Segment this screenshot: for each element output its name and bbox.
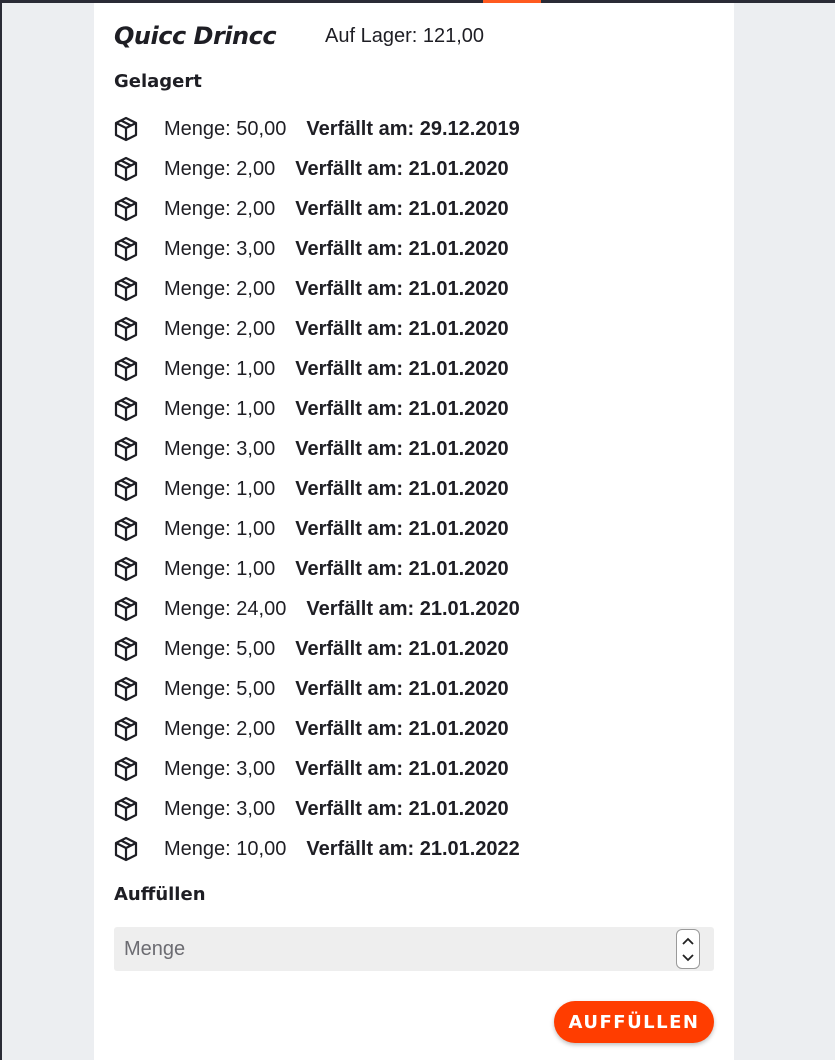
package-box-icon [114, 314, 144, 344]
list-item: Menge: 5,00 Verfällt am: 21.01.2020 [114, 669, 714, 709]
item-expiry: Verfällt am: 21.01.2020 [295, 477, 509, 500]
package-box-icon [114, 514, 144, 544]
list-item: Menge: 1,00 Verfällt am: 21.01.2020 [114, 349, 714, 389]
item-quantity: Menge: 5,00 [164, 677, 276, 700]
item-expiry: Verfällt am: 21.01.2020 [295, 237, 509, 260]
item-expiry: Verfällt am: 21.01.2020 [295, 637, 509, 660]
package-box-icon [114, 554, 144, 584]
item-quantity: Menge: 50,00 [164, 117, 287, 140]
quantity-input[interactable] [114, 926, 676, 972]
package-box-icon [114, 354, 144, 384]
list-item: Menge: 2,00 Verfällt am: 21.01.2020 [114, 189, 714, 229]
item-quantity: Menge: 2,00 [164, 717, 276, 740]
item-quantity: Menge: 24,00 [164, 597, 287, 620]
list-item: Menge: 2,00 Verfällt am: 21.01.2020 [114, 149, 714, 189]
item-expiry: Verfällt am: 21.01.2020 [295, 757, 509, 780]
item-expiry: Verfällt am: 21.01.2020 [295, 677, 509, 700]
item-expiry: Verfällt am: 21.01.2020 [295, 197, 509, 220]
item-expiry: Verfällt am: 21.01.2020 [295, 717, 509, 740]
list-item: Menge: 24,00 Verfällt am: 21.01.2020 [114, 589, 714, 629]
package-box-icon [114, 234, 144, 264]
package-box-icon [114, 474, 144, 504]
stored-heading: Gelagert [114, 71, 202, 92]
package-box-icon [114, 674, 144, 704]
list-item: Menge: 2,00 Verfällt am: 21.01.2020 [114, 309, 714, 349]
stepper-down-icon[interactable] [682, 949, 694, 966]
list-item: Menge: 2,00 Verfällt am: 21.01.2020 [114, 269, 714, 309]
list-item: Menge: 3,00 Verfällt am: 21.01.2020 [114, 789, 714, 829]
package-box-icon [114, 394, 144, 424]
item-quantity: Menge: 3,00 [164, 757, 276, 780]
item-expiry: Verfällt am: 21.01.2020 [295, 557, 509, 580]
list-item: Menge: 2,00 Verfällt am: 21.01.2020 [114, 709, 714, 749]
package-box-icon [114, 754, 144, 784]
list-item: Menge: 1,00 Verfällt am: 21.01.2020 [114, 389, 714, 429]
item-quantity: Menge: 10,00 [164, 837, 287, 860]
item-quantity: Menge: 1,00 [164, 477, 276, 500]
list-item: Menge: 10,00 Verfällt am: 21.01.2022 [114, 829, 714, 869]
package-box-icon [114, 114, 144, 144]
item-quantity: Menge: 1,00 [164, 517, 276, 540]
package-box-icon [114, 594, 144, 624]
package-box-icon [114, 154, 144, 184]
item-quantity: Menge: 1,00 [164, 397, 276, 420]
refill-quantity-field [114, 926, 714, 972]
stepper-up-icon[interactable] [682, 932, 694, 949]
refill-heading: Auffüllen [114, 884, 206, 905]
item-expiry: Verfällt am: 21.01.2020 [295, 357, 509, 380]
package-box-icon [114, 834, 144, 864]
item-quantity: Menge: 1,00 [164, 357, 276, 380]
list-item: Menge: 3,00 Verfällt am: 21.01.2020 [114, 229, 714, 269]
list-item: Menge: 1,00 Verfällt am: 21.01.2020 [114, 549, 714, 589]
package-box-icon [114, 794, 144, 824]
refill-button[interactable]: AUFFÜLLEN [554, 1001, 714, 1043]
package-box-icon [114, 274, 144, 304]
left-border [0, 0, 2, 1060]
package-box-icon [114, 434, 144, 464]
list-item: Menge: 5,00 Verfällt am: 21.01.2020 [114, 629, 714, 669]
item-expiry: Verfällt am: 21.01.2020 [295, 797, 509, 820]
stored-list: Menge: 50,00 Verfällt am: 29.12.2019 Men… [114, 109, 714, 869]
item-expiry: Verfällt am: 29.12.2019 [306, 117, 520, 140]
list-item: Menge: 50,00 Verfällt am: 29.12.2019 [114, 109, 714, 149]
item-quantity: Menge: 1,00 [164, 557, 276, 580]
item-expiry: Verfällt am: 21.01.2020 [295, 437, 509, 460]
stock-count: Auf Lager: 121,00 [325, 24, 485, 47]
item-expiry: Verfällt am: 21.01.2020 [295, 277, 509, 300]
package-box-icon [114, 634, 144, 664]
product-title: Quicc Drincc [114, 22, 277, 50]
item-quantity: Menge: 2,00 [164, 317, 276, 340]
item-expiry: Verfällt am: 21.01.2020 [295, 397, 509, 420]
item-expiry: Verfällt am: 21.01.2020 [295, 317, 509, 340]
item-quantity: Menge: 2,00 [164, 157, 276, 180]
item-expiry: Verfällt am: 21.01.2020 [295, 517, 509, 540]
item-quantity: Menge: 3,00 [164, 237, 276, 260]
item-expiry: Verfällt am: 21.01.2020 [306, 597, 520, 620]
item-quantity: Menge: 2,00 [164, 197, 276, 220]
product-header: Quicc Drincc Auf Lager: 121,00 [114, 21, 484, 51]
list-item: Menge: 3,00 Verfällt am: 21.01.2020 [114, 749, 714, 789]
package-box-icon [114, 714, 144, 744]
item-quantity: Menge: 3,00 [164, 437, 276, 460]
list-item: Menge: 1,00 Verfällt am: 21.01.2020 [114, 509, 714, 549]
quantity-stepper[interactable] [676, 929, 700, 969]
list-item: Menge: 3,00 Verfällt am: 21.01.2020 [114, 429, 714, 469]
item-expiry: Verfällt am: 21.01.2022 [306, 837, 520, 860]
item-quantity: Menge: 2,00 [164, 277, 276, 300]
item-quantity: Menge: 5,00 [164, 637, 276, 660]
list-item: Menge: 1,00 Verfällt am: 21.01.2020 [114, 469, 714, 509]
item-expiry: Verfällt am: 21.01.2020 [295, 157, 509, 180]
product-card: Quicc Drincc Auf Lager: 121,00 Gelagert … [94, 3, 734, 1060]
package-box-icon [114, 194, 144, 224]
item-quantity: Menge: 3,00 [164, 797, 276, 820]
